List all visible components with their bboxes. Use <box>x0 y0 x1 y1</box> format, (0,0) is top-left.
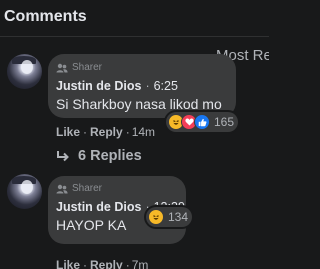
comments-heading: Comments <box>4 8 87 25</box>
comment-text: HAYOP KA <box>56 217 127 233</box>
author-name[interactable]: Justin de Dios <box>56 200 141 214</box>
reaction-summary[interactable]: 134 <box>146 207 193 227</box>
comment-age[interactable]: 14m <box>132 125 155 139</box>
header-divider <box>0 36 269 37</box>
like-reaction-icon <box>194 114 210 130</box>
comment-meta: Justin de Dios · 6:25 <box>56 79 178 93</box>
reply-action[interactable]: Reply <box>90 125 123 139</box>
author-name[interactable]: Justin de Dios <box>56 79 141 93</box>
reaction-count: 134 <box>168 210 189 224</box>
avatar[interactable] <box>7 174 42 209</box>
replies-count-label: 6 Replies <box>78 148 142 164</box>
badge-label: Sharer <box>72 62 103 73</box>
haha-reaction-icon <box>148 209 164 225</box>
view-replies-button[interactable]: 6 Replies <box>56 148 142 164</box>
video-timestamp[interactable]: 6:25 <box>154 79 178 93</box>
comments-panel: Comments Most Re Sharer Justin de Dios · 6… <box>0 0 269 269</box>
like-action[interactable]: Like <box>56 258 80 269</box>
sharer-badge: Sharer <box>56 183 102 194</box>
comment-actions: Like · Reply · 14m <box>56 125 156 139</box>
sharer-people-icon <box>56 63 68 72</box>
like-action[interactable]: Like <box>56 125 80 139</box>
reply-arrow-icon <box>57 151 69 162</box>
reaction-count: 165 <box>214 115 235 129</box>
reply-action[interactable]: Reply <box>90 258 123 269</box>
reaction-summary[interactable]: 165 <box>166 112 239 132</box>
sharer-badge: Sharer <box>56 62 102 73</box>
comment-text: Si Sharkboy nasa likod mo <box>56 96 222 112</box>
sharer-people-icon <box>56 184 68 193</box>
comment-actions: Like · Reply · 7m <box>56 258 148 269</box>
badge-label: Sharer <box>72 183 103 194</box>
comment-age[interactable]: 7m <box>132 258 149 269</box>
avatar[interactable] <box>7 54 42 89</box>
